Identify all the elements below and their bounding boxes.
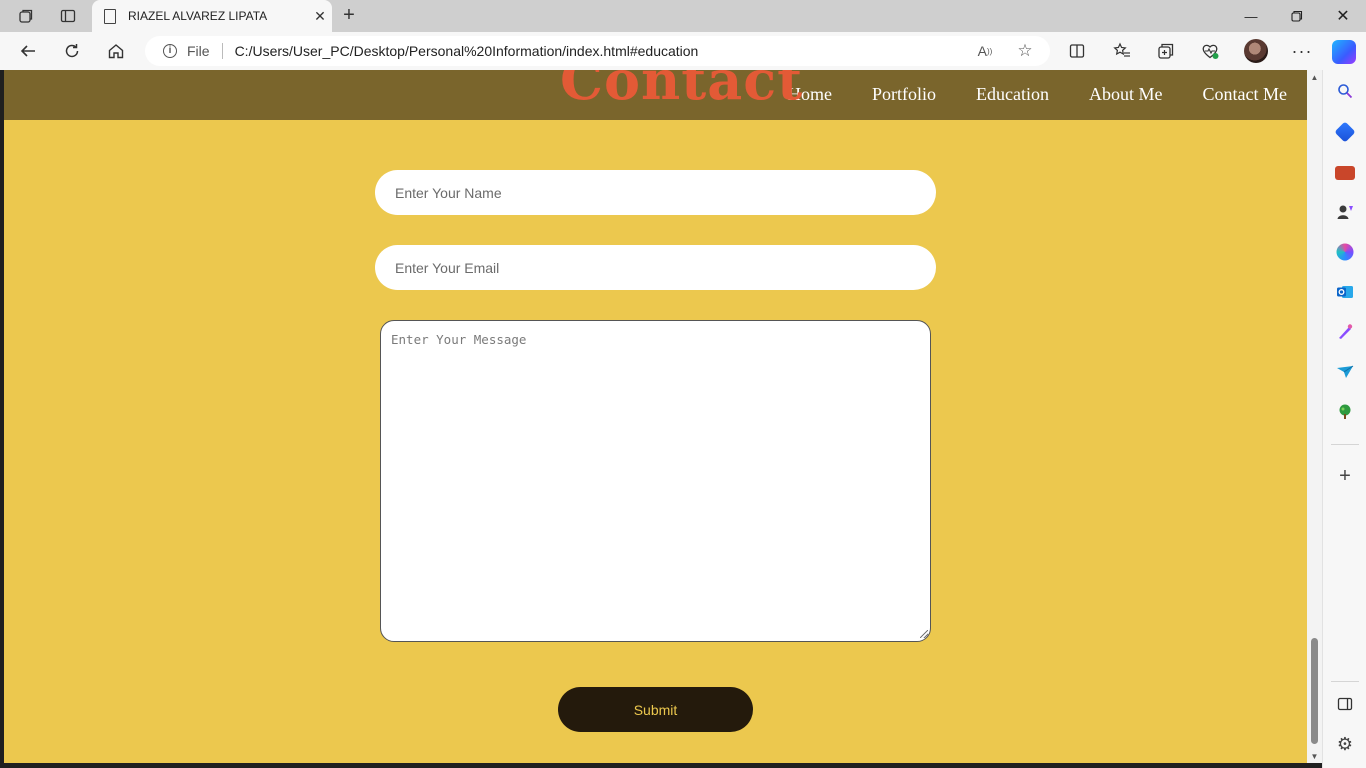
- settings-icon[interactable]: ⚙: [1335, 734, 1355, 754]
- copilot-icon[interactable]: [1332, 40, 1356, 64]
- nav-about-link[interactable]: About Me: [1089, 84, 1163, 105]
- refresh-icon[interactable]: [60, 40, 84, 62]
- tree-icon[interactable]: [1335, 402, 1355, 422]
- sidebar-divider: [1331, 681, 1359, 682]
- section-heading: Contact: [560, 70, 804, 112]
- close-window-icon[interactable]: ✕: [1320, 0, 1366, 32]
- active-tab[interactable]: RIAZEL ALVAREZ LIPATA ✕: [92, 0, 332, 32]
- scroll-down-icon[interactable]: ▼: [1310, 752, 1319, 761]
- name-input[interactable]: [375, 170, 936, 215]
- page-viewport: Home Portfolio Education About Me Contac…: [4, 70, 1307, 763]
- address-separator: [221, 43, 223, 59]
- home-icon[interactable]: [104, 40, 128, 62]
- favorite-star-icon[interactable]: ☆: [1016, 41, 1034, 60]
- tools-icon[interactable]: [1335, 166, 1355, 180]
- favorites-icon[interactable]: [1110, 40, 1134, 62]
- close-icon[interactable]: ✕: [308, 8, 332, 25]
- tab-actions-icon[interactable]: [58, 6, 78, 26]
- tab-title: RIAZEL ALVAREZ LIPATA: [128, 9, 268, 23]
- address-scheme-label: File: [187, 43, 210, 59]
- send-icon[interactable]: [1335, 362, 1355, 382]
- nav-portfolio-link[interactable]: Portfolio: [872, 84, 936, 105]
- nav-education-link[interactable]: Education: [976, 84, 1049, 105]
- edge-sidebar: + ⚙: [1322, 70, 1366, 768]
- submit-button[interactable]: Submit: [558, 687, 753, 732]
- scroll-up-icon[interactable]: ▲: [1310, 73, 1319, 82]
- address-bar[interactable]: i File C:/Users/User_PC/Desktop/Personal…: [145, 36, 1050, 66]
- restore-icon[interactable]: [1274, 0, 1320, 32]
- add-icon[interactable]: +: [1335, 465, 1355, 487]
- address-url[interactable]: C:/Users/User_PC/Desktop/Personal%20Info…: [235, 43, 699, 59]
- back-icon[interactable]: [16, 40, 40, 62]
- microsoft-365-icon[interactable]: [1336, 243, 1354, 261]
- profile-avatar[interactable]: [1244, 39, 1268, 63]
- document-icon: [104, 8, 116, 24]
- sidebar-toggle-icon[interactable]: [1335, 694, 1355, 714]
- search-icon[interactable]: [1335, 81, 1355, 101]
- more-icon[interactable]: ···: [1290, 40, 1314, 62]
- read-aloud-icon[interactable]: A)): [976, 42, 994, 60]
- browser-toolbar: i File C:/Users/User_PC/Desktop/Personal…: [0, 32, 1366, 70]
- shopping-icon[interactable]: [1334, 121, 1356, 143]
- site-nav: Home Portfolio Education About Me Contac…: [788, 84, 1287, 105]
- email-input[interactable]: [375, 245, 936, 290]
- split-screen-icon[interactable]: [1065, 40, 1089, 62]
- browser-tab-bar: RIAZEL ALVAREZ LIPATA ✕ + — ✕: [0, 0, 1366, 32]
- collections-icon[interactable]: [1154, 40, 1178, 62]
- new-tab-icon[interactable]: +: [338, 4, 360, 26]
- info-icon[interactable]: i: [163, 44, 177, 58]
- resize-grip-icon[interactable]: [920, 630, 928, 638]
- sidebar-divider: [1331, 444, 1359, 445]
- window-bottom-edge: [0, 763, 1322, 768]
- message-textarea[interactable]: [380, 320, 931, 642]
- outlook-icon[interactable]: [1335, 282, 1355, 302]
- page-scrollbar[interactable]: ▲ ▼: [1307, 70, 1322, 763]
- minimize-icon[interactable]: —: [1228, 0, 1274, 32]
- nav-contact-link[interactable]: Contact Me: [1203, 84, 1287, 105]
- designer-icon[interactable]: [1335, 322, 1355, 342]
- workspaces-icon[interactable]: [16, 6, 36, 26]
- scroll-thumb[interactable]: [1311, 638, 1318, 744]
- games-icon[interactable]: [1335, 202, 1355, 222]
- browser-essentials-icon[interactable]: [1198, 40, 1222, 62]
